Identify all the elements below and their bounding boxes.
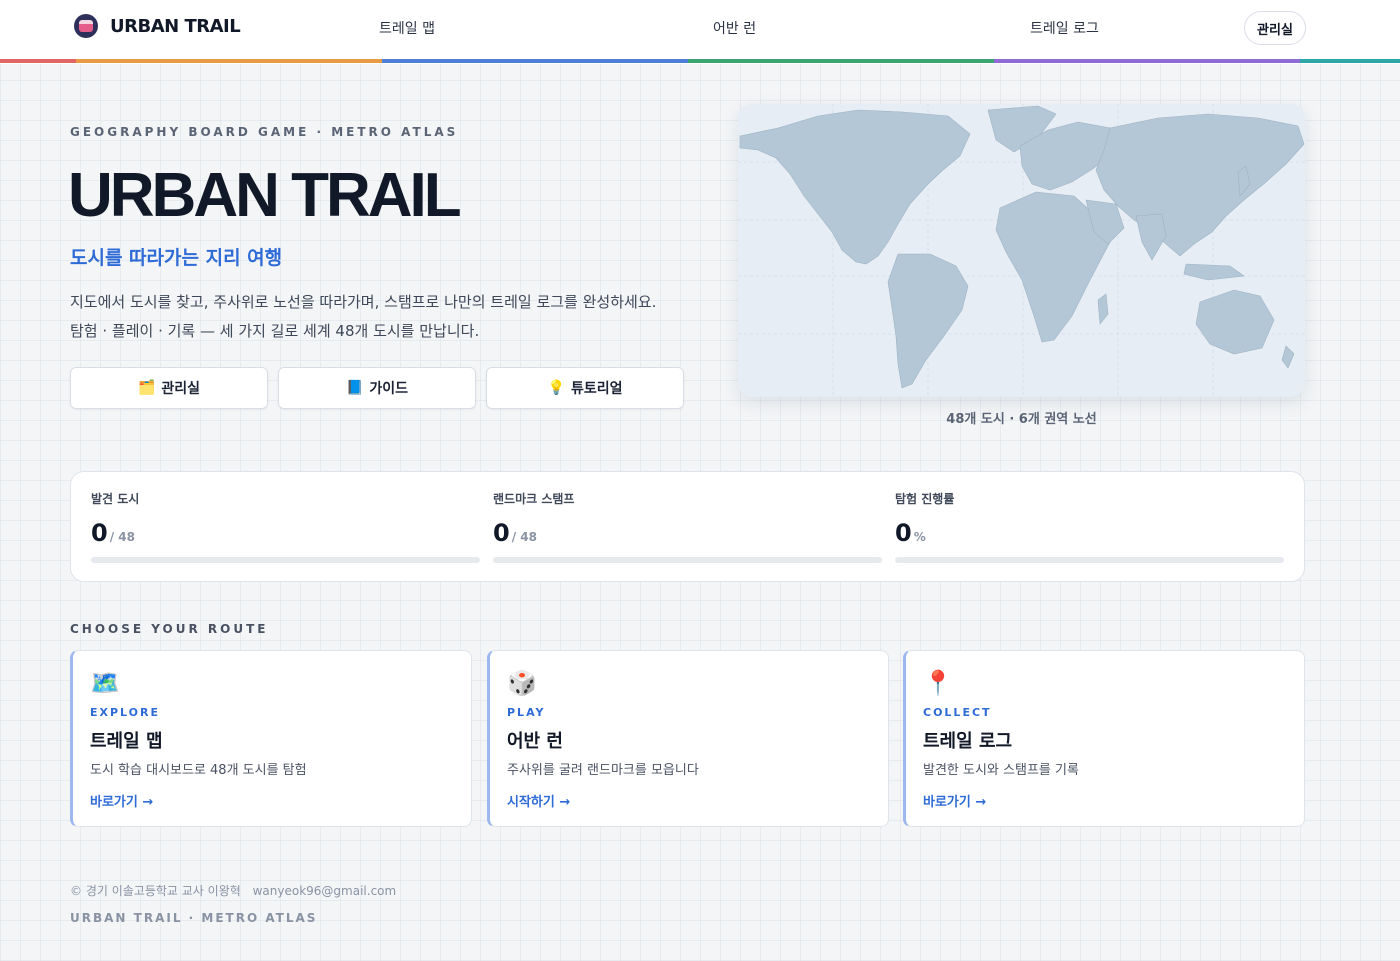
route-card-explore[interactable]: 🗺️ EXPLORE 트레일 맵 도시 학습 대시보드로 48개 도시를 탐험 … xyxy=(70,650,472,827)
tutorial-label: 튜토리얼 xyxy=(570,381,623,397)
progress-bar xyxy=(493,557,882,563)
stat-label: 탐험 진행률 xyxy=(895,492,955,506)
stat-unit: % xyxy=(913,530,926,544)
stat-value: 0% xyxy=(895,519,1284,547)
hero-title: URBAN TRAIL xyxy=(68,161,462,230)
stat-landmark-stamps: 랜드마크 스탬프 0/ 48 xyxy=(493,490,882,563)
footer-tagline: URBAN TRAIL · METRO ATLAS xyxy=(70,911,318,925)
continent-australia xyxy=(1195,289,1275,355)
footer-author: © 경기 이솔고등학교 교사 이왕혁 xyxy=(70,884,241,898)
route-link-play[interactable]: 시작하기 → xyxy=(507,791,570,810)
color-stripe-segment xyxy=(994,59,1300,63)
stat-unit: / 48 xyxy=(511,530,537,544)
hero-description-line: 지도에서 도시를 찾고, 주사위로 노선을 따라가며, 스탬프로 나만의 트레일… xyxy=(70,293,657,311)
stat-label: 랜드마크 스탬프 xyxy=(493,492,575,506)
lightbulb-icon: 💡 xyxy=(547,380,565,396)
route-description: 도시 학습 대시보드로 48개 도시를 탐험 xyxy=(90,763,307,778)
footer-email[interactable]: wanyeok96@gmail.com xyxy=(253,884,397,898)
footer-credit: © 경기 이솔고등학교 교사 이왕혁 wanyeok96@gmail.com xyxy=(70,882,404,899)
pin-icon: 📍 xyxy=(923,669,953,697)
nav-trail-log[interactable]: 트레일 로그 xyxy=(1030,18,1099,38)
top-header: URBAN TRAIL 트레일 맵 어반 런 트레일 로그 관리실 xyxy=(0,0,1400,64)
route-description: 주사위를 굴려 랜드마크를 모읍니다 xyxy=(507,763,699,778)
stat-number: 0 xyxy=(493,519,510,547)
stat-label: 발견 도시 xyxy=(91,492,140,506)
hero-eyebrow: GEOGRAPHY BOARD GAME · METRO ATLAS xyxy=(70,125,459,139)
route-description: 발견한 도시와 스탬프를 기록 xyxy=(923,763,1079,778)
continent-india xyxy=(1135,213,1167,261)
continent-madagascar xyxy=(1097,293,1109,325)
section-label-routes: CHOOSE YOUR ROUTE xyxy=(70,622,269,636)
route-tag: PLAY xyxy=(507,706,546,719)
admin-button[interactable]: 관리실 xyxy=(1244,11,1306,45)
guide-label: 가이드 xyxy=(369,381,409,397)
tutorial-button[interactable]: 💡 튜토리얼 xyxy=(486,367,684,409)
stat-number: 0 xyxy=(91,519,108,547)
nav-trail-map[interactable]: 트레일 맵 xyxy=(379,18,435,38)
progress-bar xyxy=(91,557,480,563)
brand-name: URBAN TRAIL xyxy=(110,15,241,37)
map-icon: 🗺️ xyxy=(90,669,120,697)
route-title: 어반 런 xyxy=(507,731,563,752)
stat-discovered-cities: 발견 도시 0/ 48 xyxy=(91,490,480,563)
route-link-explore[interactable]: 바로가기 → xyxy=(90,791,153,810)
nav-urban-run[interactable]: 어반 런 xyxy=(713,18,756,38)
hero-description: 지도에서 도시를 찾고, 주사위로 노선을 따라가며, 스탬프로 나만의 트레일… xyxy=(70,288,710,346)
continent-asia xyxy=(1095,113,1305,257)
guide-button[interactable]: 📘 가이드 xyxy=(278,367,476,409)
hero-subtitle: 도시를 따라가는 지리 여행 xyxy=(70,247,283,269)
route-tag: COLLECT xyxy=(923,706,992,719)
route-title: 트레일 로그 xyxy=(923,731,1013,752)
color-stripe-segment xyxy=(382,59,688,63)
continent-south-america xyxy=(887,253,969,389)
map-caption: 48개 도시 · 6개 권역 노선 xyxy=(946,412,1097,427)
metro-train-icon xyxy=(74,14,98,38)
world-map-graphic xyxy=(738,104,1305,397)
route-card-collect[interactable]: 📍 COLLECT 트레일 로그 발견한 도시와 스탬프를 기록 바로가기 → xyxy=(903,650,1305,827)
continent-indonesia xyxy=(1183,263,1245,281)
color-stripe-segment xyxy=(0,59,76,63)
stat-number: 0 xyxy=(895,519,912,547)
dice-icon: 🎲 xyxy=(507,669,537,697)
route-card-play[interactable]: 🎲 PLAY 어반 런 주사위를 굴려 랜드마크를 모읍니다 시작하기 → xyxy=(487,650,889,827)
route-tag: EXPLORE xyxy=(90,706,161,719)
book-icon: 📘 xyxy=(345,380,364,396)
stat-value: 0/ 48 xyxy=(493,519,882,547)
color-stripe-segment xyxy=(76,59,382,63)
stat-value: 0/ 48 xyxy=(91,519,480,547)
route-title: 트레일 맵 xyxy=(90,731,163,752)
admin-room-button[interactable]: 🗂️ 관리실 xyxy=(70,367,268,409)
folder-icon: 🗂️ xyxy=(137,380,156,396)
color-stripe-segment xyxy=(1300,59,1400,63)
continent-new-zealand xyxy=(1281,345,1295,369)
stat-exploration-progress: 탐험 진행률 0% xyxy=(895,490,1284,563)
progress-bar xyxy=(895,557,1284,563)
hero-description-line: 탐험 · 플레이 · 기록 — 세 가지 길로 세계 48개 도시를 만납니다. xyxy=(70,322,480,340)
progress-stats-panel: 발견 도시 0/ 48 랜드마크 스탬프 0/ 48 탐험 진행률 0% xyxy=(70,471,1305,582)
continent-north-america xyxy=(739,109,971,265)
world-map[interactable] xyxy=(738,104,1305,397)
color-stripe-segment xyxy=(688,59,994,63)
stat-unit: / 48 xyxy=(109,530,135,544)
route-link-collect[interactable]: 바로가기 → xyxy=(923,791,986,810)
brand-logo[interactable]: URBAN TRAIL xyxy=(74,14,241,38)
admin-room-label: 관리실 xyxy=(161,381,201,397)
